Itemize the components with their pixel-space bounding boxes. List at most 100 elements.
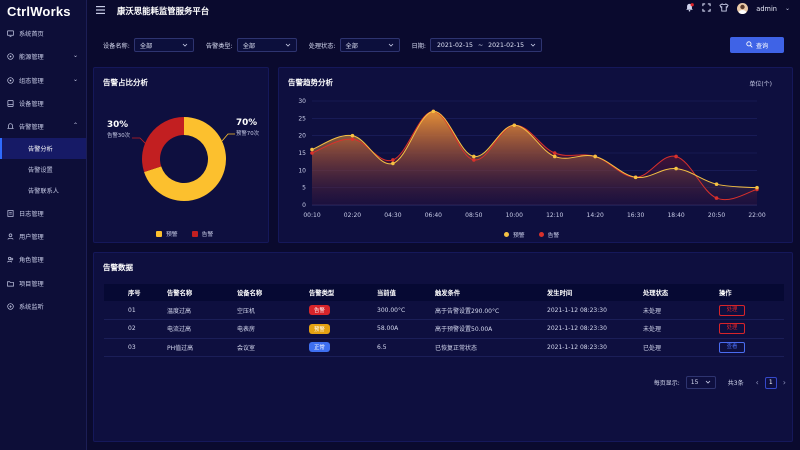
y-tick-label: 15 xyxy=(298,150,306,157)
data-point[interactable] xyxy=(674,166,678,171)
x-tick-label: 18:40 xyxy=(667,212,684,219)
table-cell: 2021-1-12 08:23:30 xyxy=(543,301,637,320)
data-point[interactable] xyxy=(350,133,355,138)
per-page-select[interactable]: 15 xyxy=(685,376,716,389)
x-tick-label: 20:50 xyxy=(708,212,725,219)
avatar[interactable] xyxy=(737,3,749,14)
alarm-type-select[interactable]: 全部 xyxy=(236,38,297,52)
table-header-row: 序号 告警名称 设备名称 告警类型 当前值 触发条件 发生时间 处理状态 操作 xyxy=(104,284,784,301)
table-cell: 高于告警设置290.00°C xyxy=(433,301,543,320)
data-point[interactable] xyxy=(552,154,557,159)
sidebar-item[interactable]: 系统监听 xyxy=(0,295,86,318)
table-cell: 预警 xyxy=(301,319,371,339)
query-button[interactable]: 查询 xyxy=(730,37,784,53)
sidebar-item-label: 设备管理 xyxy=(19,101,44,109)
sidebar-item-label: 角色管理 xyxy=(19,257,44,265)
view-button[interactable]: 查看 xyxy=(719,341,745,353)
table-cell: 300.00°C xyxy=(371,301,433,320)
table-title: 告警数据 xyxy=(103,263,133,272)
data-point[interactable] xyxy=(310,151,314,155)
handle-button[interactable]: 处理 xyxy=(719,304,745,316)
legend-item-warning[interactable]: 预警 xyxy=(504,230,525,239)
status-filter-label: 处理状态: xyxy=(308,42,336,50)
chevron-down-icon xyxy=(285,42,291,50)
next-page-button[interactable]: › xyxy=(783,378,786,387)
menu-toggle-icon[interactable] xyxy=(96,6,105,16)
fullscreen-icon[interactable] xyxy=(702,3,711,14)
data-point[interactable] xyxy=(552,151,557,155)
legend-item-alarm[interactable]: 告警 xyxy=(191,229,213,238)
sidebar-subitem[interactable]: 告警分析 xyxy=(0,138,86,160)
sidebar-item[interactable]: 系统首页 xyxy=(0,22,86,45)
sidebar-item-label: 项目管理 xyxy=(19,280,44,288)
bell-icon[interactable] xyxy=(685,3,695,14)
table-row: 02 电流过高 电表房 预警 58.00A 高于预警设置50.00A 2021-1-12 0… xyxy=(104,319,784,339)
data-point[interactable] xyxy=(714,182,719,186)
project-icon xyxy=(7,280,14,287)
data-point[interactable] xyxy=(472,154,476,159)
legend-item-alarm[interactable]: 告警 xyxy=(538,230,559,239)
date-filter-label: 日期: xyxy=(411,42,426,50)
log-icon xyxy=(7,209,14,217)
pie-panel: 告警占比分析 30% 告警30次 70% 预警70次 预警 告警 xyxy=(93,67,269,243)
data-point[interactable] xyxy=(431,109,436,114)
data-point[interactable] xyxy=(391,158,395,162)
table-header-cell: 操作 xyxy=(711,284,784,301)
query-button-label: 查询 xyxy=(755,42,769,50)
sidebar: CtrlWorks 系统首页 能源管理 ⌄ 组态管理 ⌄ 设备管理 告警管理 ⌃ 告警分析 告警设… xyxy=(0,0,87,450)
table-cell: 电表房 xyxy=(229,319,301,339)
x-tick-label: 14:20 xyxy=(587,212,604,219)
sidebar-item-label: 能源管理 xyxy=(19,54,44,62)
sidebar-item[interactable]: 组态管理 ⌄ xyxy=(0,69,86,92)
shirt-icon[interactable] xyxy=(719,3,729,14)
table-cell: 02 xyxy=(104,319,159,339)
sidebar-item[interactable]: 角色管理 xyxy=(0,248,86,271)
sidebar-item[interactable]: 告警管理 ⌃ xyxy=(0,115,86,138)
date-range-picker[interactable]: 2021-02-15 ~ 2021-02-15 xyxy=(430,38,542,52)
data-point[interactable] xyxy=(755,185,759,190)
sidebar-subitem[interactable]: 告警联系人 xyxy=(0,180,86,201)
prev-page-button[interactable]: ‹ xyxy=(756,378,759,387)
data-point[interactable] xyxy=(310,147,314,152)
page-number-button[interactable]: 1 xyxy=(764,376,777,389)
sidebar-subitem[interactable]: 告警设置 xyxy=(0,159,86,180)
pie-right-sub: 预警70次 xyxy=(236,131,260,137)
sidebar-item-label: 告警管理 xyxy=(19,124,44,132)
device-select[interactable]: 全部 xyxy=(133,38,194,52)
username[interactable]: admin xyxy=(756,5,777,13)
date-start[interactable]: 2021-02-15 xyxy=(437,42,473,49)
target-icon xyxy=(7,53,14,61)
data-point[interactable] xyxy=(674,154,678,159)
data-point[interactable] xyxy=(391,161,395,166)
sidebar-item[interactable]: 用户管理 xyxy=(0,225,86,248)
sidebar-item-label: 用户管理 xyxy=(19,233,44,241)
data-point[interactable] xyxy=(714,196,719,200)
status-select[interactable]: 全部 xyxy=(339,38,400,52)
data-point[interactable] xyxy=(350,137,355,141)
date-end[interactable]: 2021-02-15 xyxy=(488,42,524,49)
table-cell: 处理 xyxy=(711,301,784,320)
trend-legend: 预警 告警 xyxy=(504,230,559,239)
alarm-type-filter-label: 告警类型: xyxy=(205,42,233,50)
legend-item-warning[interactable]: 预警 xyxy=(156,229,178,238)
sidebar-item[interactable]: 日志管理 xyxy=(0,201,86,224)
alarm-type-badge: 正常 xyxy=(309,342,330,353)
table-cell: PH值过高 xyxy=(159,338,229,357)
date-separator: ~ xyxy=(477,41,484,49)
sidebar-item[interactable]: 设备管理 xyxy=(0,92,86,115)
data-point[interactable] xyxy=(472,158,476,162)
handle-button[interactable]: 处理 xyxy=(719,323,745,335)
page-title: 康沃思能耗监管服务平台 xyxy=(117,6,210,16)
table-cell: 查看 xyxy=(711,338,784,357)
data-point[interactable] xyxy=(633,175,638,180)
data-point[interactable] xyxy=(512,123,517,128)
sidebar-item[interactable]: 项目管理 xyxy=(0,271,86,294)
pie-slice-1[interactable] xyxy=(142,117,184,172)
chevron-down-icon[interactable]: ⌄ xyxy=(785,5,790,12)
sidebar-item[interactable]: 能源管理 ⌄ xyxy=(0,45,86,68)
pagination: 每页显示: 15 共3条 ‹ 1 › xyxy=(654,376,786,389)
data-point[interactable] xyxy=(593,154,597,159)
y-tick-label: 0 xyxy=(302,202,306,209)
device-icon xyxy=(7,100,14,107)
table-row: 03 PH值过高 会议室 正常 6.5 已恢复正常状态 2021-1-12 08:23:30… xyxy=(104,338,784,357)
